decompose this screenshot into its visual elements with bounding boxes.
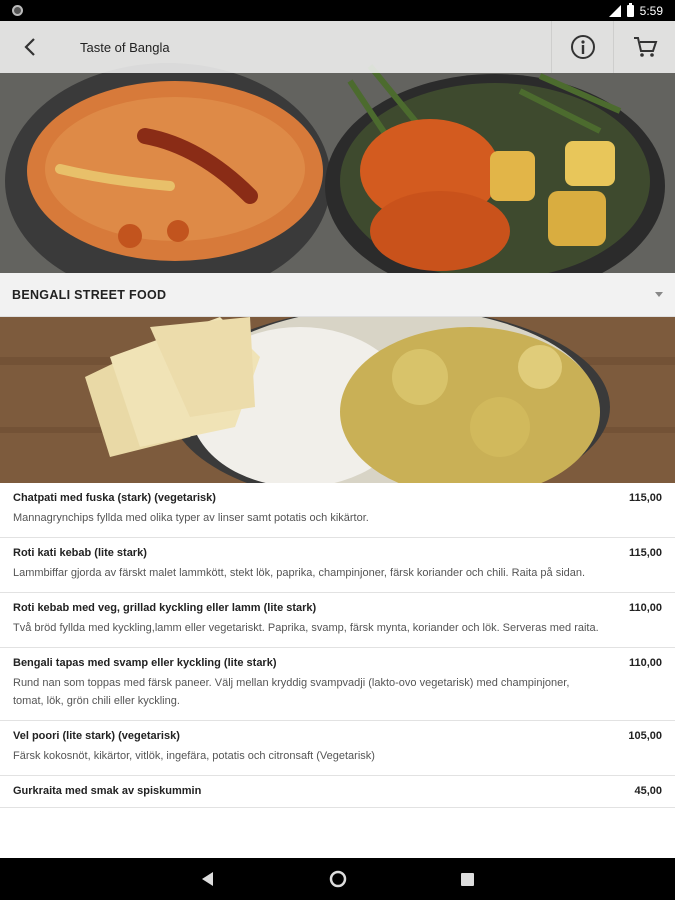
- menu-item[interactable]: Bengali tapas med svamp eller kyckling (…: [0, 648, 675, 721]
- menu-item[interactable]: Gurkraita med smak av spiskummin 45,00: [0, 776, 675, 808]
- menu-item-description: Lammbiffar gjorda av färskt malet lammkö…: [13, 567, 586, 579]
- cart-icon: [633, 37, 657, 57]
- menu-item[interactable]: Roti kati kebab (lite stark) 115,00 Lamm…: [0, 538, 675, 593]
- status-time: 5:59: [639, 3, 663, 18]
- menu-item-name: Roti kati kebab (lite stark): [13, 547, 147, 559]
- menu-item-name: Roti kebab med veg, grillad kyckling ell…: [13, 602, 317, 614]
- signal-icon: [608, 4, 621, 17]
- menu-item-name: Bengali tapas med svamp eller kyckling (…: [13, 657, 277, 669]
- menu-item-name: Vel poori (lite stark) (vegetarisk): [13, 730, 180, 742]
- battery-icon: [626, 2, 634, 17]
- back-button[interactable]: [0, 21, 60, 73]
- info-button[interactable]: [551, 21, 613, 73]
- menu-item-name: Gurkraita med smak av spiskummin: [13, 785, 202, 797]
- nav-home-icon: [329, 870, 346, 888]
- status-bar: 5:59: [0, 0, 675, 21]
- menu-item-price: 105,00: [628, 730, 662, 742]
- system-navigation-bar: [0, 858, 675, 900]
- nav-back-icon: [201, 872, 213, 886]
- nav-home-button[interactable]: [318, 859, 358, 899]
- menu-item-name: Chatpati med fuska (stark) (vegetarisk): [13, 492, 216, 504]
- menu-item-price: 115,00: [628, 492, 662, 504]
- menu-item-description: Rund nan som toppas med färsk paneer. Vä…: [13, 677, 570, 707]
- menu-item-description: Mannagrynchips fyllda med olika typer av…: [13, 512, 369, 524]
- app-bar: Taste of Bangla: [0, 21, 675, 73]
- nav-recents-icon: [461, 872, 474, 886]
- category-header[interactable]: BENGALI STREET FOOD: [0, 273, 675, 317]
- menu-item[interactable]: Roti kebab med veg, grillad kyckling ell…: [0, 593, 675, 648]
- menu-item-price: 110,00: [628, 657, 662, 669]
- menu-list: Chatpati med fuska (stark) (vegetarisk) …: [0, 483, 675, 858]
- menu-item-description: Färsk kokosnöt, kikärtor, vitlök, ingefä…: [13, 750, 375, 762]
- menu-item[interactable]: Chatpati med fuska (stark) (vegetarisk) …: [0, 483, 675, 538]
- notification-icon: [12, 5, 23, 16]
- arrow-back-icon: [24, 38, 35, 56]
- info-icon: [570, 35, 595, 59]
- category-title: BENGALI STREET FOOD: [12, 287, 167, 302]
- category-image: [0, 317, 675, 483]
- menu-item-price: 45,00: [634, 785, 662, 797]
- cart-button[interactable]: [613, 21, 675, 73]
- nav-back-button[interactable]: [188, 859, 228, 899]
- menu-item[interactable]: Vel poori (lite stark) (vegetarisk) 105,…: [0, 721, 675, 776]
- restaurant-name: Taste of Bangla: [80, 39, 170, 55]
- nav-recents-button[interactable]: [448, 859, 488, 899]
- menu-item-price: 115,00: [628, 547, 662, 559]
- menu-item-price: 110,00: [628, 602, 662, 614]
- menu-item-description: Två bröd fyllda med kyckling,lamm eller …: [13, 622, 599, 634]
- chevron-down-icon: [655, 292, 663, 297]
